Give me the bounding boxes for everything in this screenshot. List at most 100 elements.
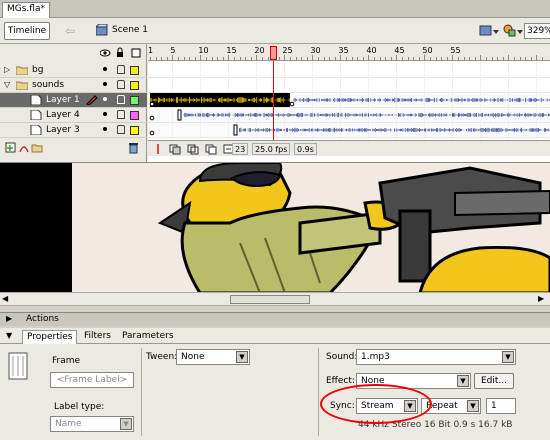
layer-page-icon <box>30 110 42 120</box>
divider <box>141 348 142 436</box>
visibility-dot[interactable] <box>103 82 107 86</box>
layer-row-layer-4[interactable]: Layer 4 <box>0 108 147 123</box>
chevron-down-icon[interactable]: ▼ <box>236 351 248 363</box>
lock-toggle[interactable] <box>117 65 125 74</box>
layer-row-sounds[interactable]: ▽ sounds <box>0 78 147 93</box>
sound-label: Sound: <box>326 352 358 362</box>
outline-icon <box>131 48 141 58</box>
visibility-dot[interactable] <box>103 112 107 116</box>
lock-toggle[interactable] <box>117 80 125 89</box>
onion-skin-icon <box>169 144 181 155</box>
frame-label: Frame <box>52 356 81 366</box>
chevron-down-icon[interactable]: ▼ <box>502 351 514 363</box>
visibility-dot[interactable] <box>103 97 107 101</box>
lock-toggle[interactable] <box>117 95 125 104</box>
elapsed-time-field: 0.9s <box>294 143 317 155</box>
scene-label[interactable]: Scene 1 <box>112 25 148 35</box>
label-type-select[interactable]: Name ▼ <box>50 416 134 432</box>
layer-name[interactable]: sounds <box>32 80 64 90</box>
visibility-dot[interactable] <box>103 127 107 131</box>
layer-row-layer-1[interactable]: Layer 1 <box>0 93 147 108</box>
tab-properties[interactable]: Properties <box>22 330 78 344</box>
keyframe-marker <box>233 124 238 136</box>
scene-icon <box>96 24 108 36</box>
frame-label-input[interactable]: <Frame Label> <box>50 372 134 388</box>
layer-tools <box>5 142 138 154</box>
layer1-waveform <box>293 97 550 103</box>
layer-name[interactable]: Layer 3 <box>46 125 80 135</box>
frame-rows[interactable] <box>148 44 550 147</box>
actions-panel-header[interactable]: ▶ Actions <box>0 312 550 326</box>
frame-rate-field[interactable]: 25.0 fps <box>252 143 291 155</box>
document-tab-strip: MGs.fla* <box>0 0 550 18</box>
effect-label: Effect: <box>326 376 355 386</box>
scroll-left-icon[interactable]: ◀ <box>2 294 8 303</box>
layer-row-layer-3[interactable]: Layer 3 <box>0 123 147 138</box>
expand-arrow-icon[interactable]: ▷ <box>4 65 13 74</box>
layer-page-icon <box>30 95 42 105</box>
divider <box>318 348 319 436</box>
document-tab[interactable]: MGs.fla* <box>2 2 50 18</box>
trash-icon <box>129 143 138 154</box>
pencil-icon <box>86 95 98 105</box>
actions-label[interactable]: Actions <box>26 314 59 324</box>
sound-waveforms <box>149 93 550 136</box>
lock-toggle[interactable] <box>117 110 125 119</box>
tab-parameters[interactable]: Parameters <box>118 330 178 344</box>
scroll-right-icon[interactable]: ▶ <box>538 294 544 303</box>
chevron-down-icon[interactable]: ▼ <box>467 400 479 412</box>
expand-arrow-icon[interactable]: ▶ <box>6 314 12 323</box>
outline-color-swatch[interactable] <box>130 66 139 75</box>
timeline-status-bar: 23 25.0 fps 0.9s <box>148 140 550 156</box>
tween-label: Tween: <box>146 352 178 362</box>
repeat-count-input[interactable]: 1 <box>486 398 516 414</box>
zoom-field[interactable]: 329% <box>524 23 550 39</box>
timeline-panel: ▷ bg ▽ sounds Layer 1 Layer 4 Layer 3 1 … <box>0 44 550 162</box>
chevron-down-icon[interactable]: ▼ <box>457 375 469 387</box>
insert-folder-icon <box>31 144 43 153</box>
add-guide-icon <box>19 146 29 153</box>
back-arrow-icon[interactable]: ⇦ <box>62 23 78 39</box>
lock-toggle[interactable] <box>117 125 125 134</box>
insert-layer-icon <box>5 142 16 153</box>
tween-select[interactable]: None ▼ <box>176 349 250 365</box>
onion-outlines-icon <box>187 144 199 155</box>
label-type-label: Label type: <box>54 402 105 412</box>
edit-scene-icon[interactable] <box>478 23 500 39</box>
layer-name[interactable]: Layer 4 <box>46 110 80 120</box>
keyframe <box>289 101 295 107</box>
collapse-arrow-icon[interactable]: ▼ <box>6 331 12 340</box>
layer-list: ▷ bg ▽ sounds Layer 1 Layer 4 Layer 3 <box>0 44 147 162</box>
layer-header-icons <box>100 47 141 58</box>
layer4-waveform <box>183 112 550 118</box>
outline-color-swatch[interactable] <box>130 126 139 135</box>
sound-select[interactable]: 1.mp3 ▼ <box>356 349 516 365</box>
folder-open-icon <box>16 81 28 90</box>
frames-area[interactable]: 1 5 10 15 20 25 30 35 40 45 50 55 23 25.0 fps 0.9s <box>148 44 550 162</box>
eye-icon <box>100 49 111 57</box>
outline-color-swatch[interactable] <box>130 81 139 90</box>
layer3-waveform <box>239 127 550 133</box>
sound-value: 1.mp3 <box>361 352 390 362</box>
keyframe <box>149 115 155 121</box>
chevron-down-icon[interactable]: ▼ <box>120 418 132 430</box>
properties-tab-bar: ▼ Properties Filters Parameters <box>0 328 550 344</box>
outline-color-swatch[interactable] <box>130 96 139 105</box>
edit-symbols-icon[interactable] <box>502 23 524 39</box>
layer-name[interactable]: Layer 1 <box>46 95 80 105</box>
timeline-toggle-button[interactable]: Timeline <box>4 22 50 40</box>
layer-row-bg[interactable]: ▷ bg <box>0 63 147 78</box>
outline-color-swatch[interactable] <box>130 111 139 120</box>
highlight-circle-annotation <box>320 384 432 424</box>
edit-envelope-button[interactable]: Edit... <box>474 373 514 389</box>
current-frame-field: 23 <box>232 143 249 155</box>
collapse-arrow-icon[interactable]: ▽ <box>4 80 13 89</box>
stage-canvas[interactable] <box>0 162 550 292</box>
visibility-dot[interactable] <box>103 67 107 71</box>
stage-artwork <box>0 163 550 292</box>
keyframe-marker <box>177 109 182 121</box>
scroll-thumb[interactable] <box>230 295 310 304</box>
tab-filters[interactable]: Filters <box>80 330 115 344</box>
horizontal-scrollbar[interactable]: ◀ ▶ <box>0 292 550 306</box>
layer-name[interactable]: bg <box>32 65 43 75</box>
